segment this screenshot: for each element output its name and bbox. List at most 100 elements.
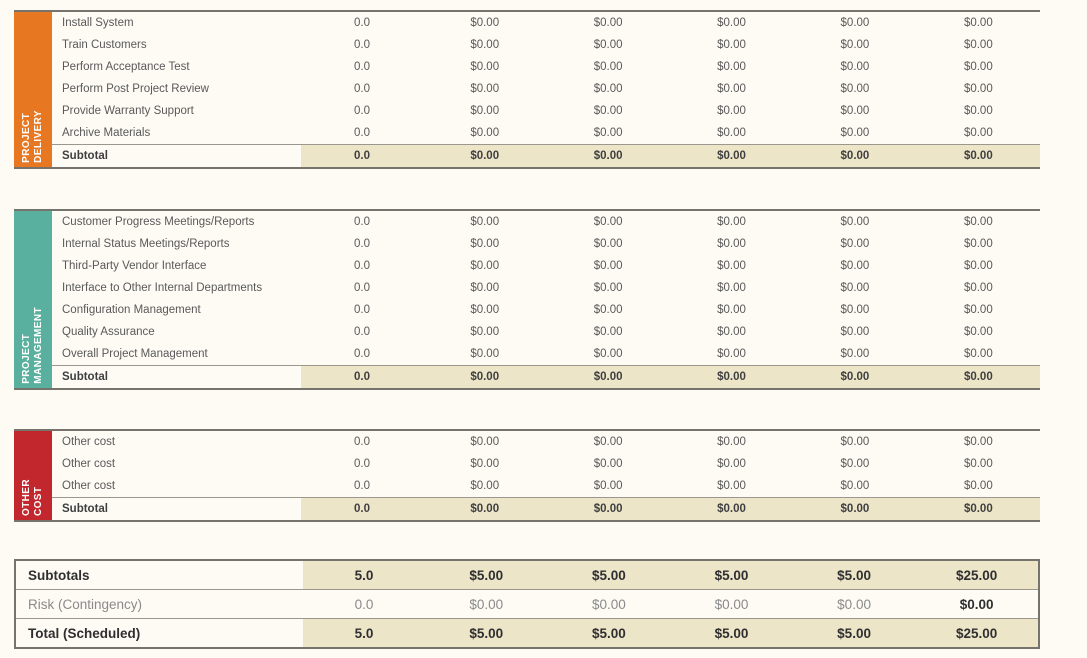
task-label[interactable]: Configuration Management <box>52 304 301 316</box>
cell-hours[interactable]: 0.0 <box>301 348 423 360</box>
cell-cost[interactable]: $0.00 <box>670 83 793 95</box>
cell-cost[interactable]: $0.00 <box>670 348 793 360</box>
cell-hours[interactable]: 0.0 <box>301 83 423 95</box>
table-row[interactable]: Third-Party Vendor Interface 0.0 $0.00 $0.0… <box>52 255 1040 277</box>
cell-cost[interactable]: $0.00 <box>423 238 546 250</box>
cell-cost[interactable]: $0.00 <box>917 127 1040 139</box>
task-label[interactable]: Provide Warranty Support <box>52 105 301 117</box>
cell-cost[interactable]: $0.00 <box>546 458 669 470</box>
cell-cost[interactable]: $0.00 <box>423 61 546 73</box>
cell-hours[interactable]: 0.0 <box>301 282 423 294</box>
task-label[interactable]: Quality Assurance <box>52 326 301 338</box>
cell-cost[interactable]: $0.00 <box>793 436 916 448</box>
cell-cost[interactable]: $0.00 <box>917 61 1040 73</box>
cell-cost[interactable]: $0.00 <box>670 238 793 250</box>
cell-cost[interactable]: $0.00 <box>546 348 669 360</box>
cell-cost[interactable]: $0.00 <box>917 39 1040 51</box>
cell-hours[interactable]: 0.0 <box>301 326 423 338</box>
task-label[interactable]: Customer Progress Meetings/Reports <box>52 216 301 228</box>
cell-cost[interactable]: $0.00 <box>423 260 546 272</box>
cell-hours[interactable]: 0.0 <box>301 127 423 139</box>
cell-cost[interactable]: $0.00 <box>917 282 1040 294</box>
cell-cost[interactable]: $0.00 <box>423 39 546 51</box>
cell-cost[interactable]: $0.00 <box>423 83 546 95</box>
cell-cost[interactable]: $0.00 <box>917 260 1040 272</box>
cell-cost[interactable]: $0.00 <box>670 304 793 316</box>
table-row[interactable]: Train Customers 0.0 $0.00 $0.00 $0.00 $0.00 $0… <box>52 34 1040 56</box>
table-row[interactable]: Provide Warranty Support 0.0 $0.00 $0.00 $0.… <box>52 100 1040 122</box>
cell-cost[interactable]: $0.00 <box>670 436 793 448</box>
cell-hours[interactable]: 0.0 <box>301 105 423 117</box>
task-label[interactable]: Other cost <box>52 458 301 470</box>
cell-cost[interactable]: $0.00 <box>793 326 916 338</box>
cell-hours[interactable]: 0.0 <box>301 260 423 272</box>
cell-cost[interactable]: $0.00 <box>670 282 793 294</box>
cell-cost[interactable]: $0.00 <box>670 216 793 228</box>
cell-cost[interactable]: $0.00 <box>423 326 546 338</box>
cell-cost[interactable]: $0.00 <box>793 216 916 228</box>
task-label[interactable]: Overall Project Management <box>52 348 301 360</box>
cell-cost[interactable]: $0.00 <box>917 105 1040 117</box>
task-label[interactable]: Perform Acceptance Test <box>52 61 301 73</box>
cell-cost[interactable]: $0.00 <box>546 304 669 316</box>
cell-cost[interactable]: $0.00 <box>793 127 916 139</box>
cell-cost[interactable]: $0.00 <box>793 480 916 492</box>
cell-cost[interactable]: $0.00 <box>793 61 916 73</box>
cell-cost[interactable]: $0.00 <box>793 17 916 29</box>
cell-hours[interactable]: 0.0 <box>301 39 423 51</box>
cell-cost[interactable]: $0.00 <box>423 216 546 228</box>
table-row[interactable]: Internal Status Meetings/Reports 0.0 $0.00… <box>52 233 1040 255</box>
cell-cost[interactable]: $0.00 <box>546 260 669 272</box>
table-row[interactable]: Install System 0.0 $0.00 $0.00 $0.00 $0.00 $0.… <box>52 12 1040 34</box>
cell-hours[interactable]: 0.0 <box>301 304 423 316</box>
cell-cost[interactable]: $0.00 <box>546 17 669 29</box>
table-row[interactable]: Archive Materials 0.0 $0.00 $0.00 $0.00 $0.00… <box>52 122 1040 144</box>
cell-hours[interactable]: 0.0 <box>301 238 423 250</box>
task-label[interactable]: Other cost <box>52 480 301 492</box>
cell-cost[interactable]: $0.00 <box>546 83 669 95</box>
cell-cost[interactable]: $0.00 <box>793 238 916 250</box>
cell-cost[interactable]: $0.00 <box>546 105 669 117</box>
cell-cost[interactable]: $0.00 <box>793 304 916 316</box>
cell-cost[interactable]: $0.00 <box>670 458 793 470</box>
task-label[interactable]: Install System <box>52 17 301 29</box>
cell-cost[interactable]: $0.00 <box>670 480 793 492</box>
cell-cost[interactable]: $0.00 <box>423 17 546 29</box>
table-row[interactable]: Other cost 0.0 $0.00 $0.00 $0.00 $0.00 $0.00 <box>52 431 1040 453</box>
cell-cost[interactable]: $0.00 <box>793 83 916 95</box>
cell-cost[interactable]: $0.00 <box>423 436 546 448</box>
cell-hours[interactable]: 0.0 <box>301 216 423 228</box>
table-row[interactable]: Perform Acceptance Test 0.0 $0.00 $0.00 $0.0… <box>52 56 1040 78</box>
cell-cost[interactable]: $0.00 <box>670 39 793 51</box>
task-label[interactable]: Other cost <box>52 436 301 448</box>
task-label[interactable]: Internal Status Meetings/Reports <box>52 238 301 250</box>
table-row[interactable]: Quality Assurance 0.0 $0.00 $0.00 $0.00 $0.00… <box>52 321 1040 343</box>
cell-cost[interactable]: $0.00 <box>917 304 1040 316</box>
cell-cost[interactable]: $0.00 <box>546 216 669 228</box>
cell-cost[interactable]: $0.00 <box>793 260 916 272</box>
task-label[interactable]: Train Customers <box>52 39 301 51</box>
cell-cost[interactable]: $0.00 <box>917 83 1040 95</box>
cell-cost[interactable]: $0.00 <box>546 238 669 250</box>
table-row[interactable]: Configuration Management 0.0 $0.00 $0.00 $0.… <box>52 299 1040 321</box>
task-label[interactable]: Interface to Other Internal Departments <box>52 282 301 294</box>
cell-cost[interactable]: $0.00 <box>423 348 546 360</box>
cell-cost[interactable]: $0.00 <box>546 436 669 448</box>
cell-cost[interactable]: $0.00 <box>917 238 1040 250</box>
cell-cost[interactable]: $0.00 <box>423 282 546 294</box>
cell-cost[interactable]: $0.00 <box>917 480 1040 492</box>
cell-cost[interactable]: $0.00 <box>917 458 1040 470</box>
cell-cost[interactable]: $0.00 <box>423 458 546 470</box>
cell-cost[interactable]: $0.00 <box>546 61 669 73</box>
cell-hours[interactable]: 0.0 <box>301 17 423 29</box>
cell-cost[interactable]: $0.00 <box>917 216 1040 228</box>
cell-cost[interactable]: $0.00 <box>670 326 793 338</box>
cell-cost[interactable]: $0.00 <box>546 127 669 139</box>
cell-hours[interactable]: 0.0 <box>301 480 423 492</box>
task-label[interactable]: Perform Post Project Review <box>52 83 301 95</box>
cell-cost[interactable]: $0.00 <box>423 105 546 117</box>
cell-hours[interactable]: 0.0 <box>301 458 423 470</box>
cell-cost[interactable]: $0.00 <box>917 348 1040 360</box>
cell-cost[interactable]: $0.00 <box>423 480 546 492</box>
cell-cost[interactable]: $0.00 <box>917 436 1040 448</box>
